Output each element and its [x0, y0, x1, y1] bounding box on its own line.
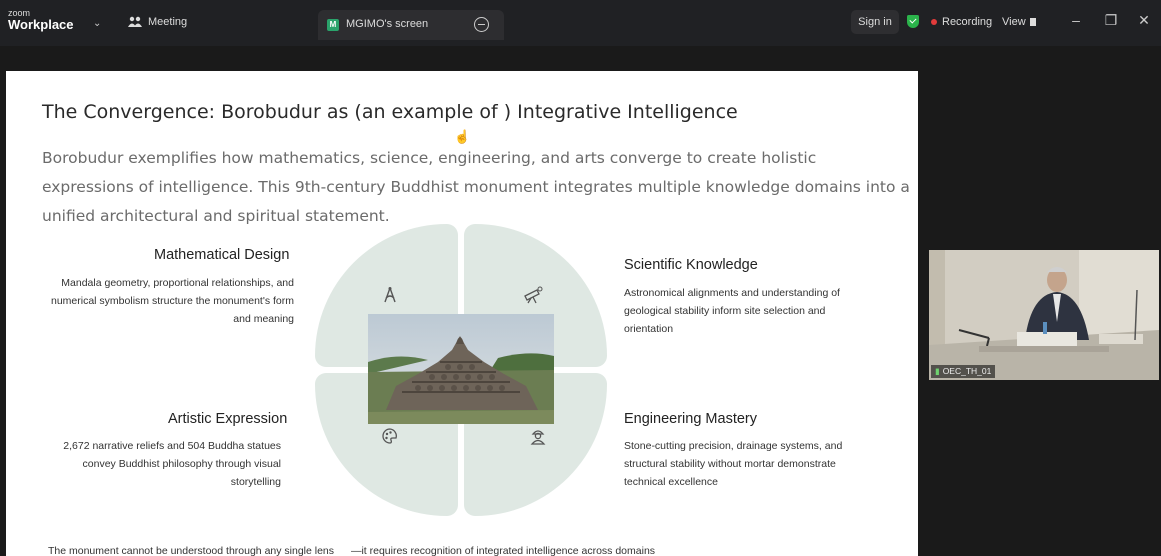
participant-name-tag: ▮ OEC_TH_01	[931, 365, 996, 378]
engineering-heading: Engineering Mastery	[624, 411, 757, 427]
footer-right: —it requires recognition of integrated i…	[350, 545, 656, 556]
recording-indicator[interactable]: Recording	[931, 16, 992, 28]
minimize-share-icon[interactable]	[474, 17, 489, 32]
telescope-icon	[523, 286, 543, 309]
share-tab-label: MGIMO's screen	[346, 18, 429, 30]
hand-cursor-icon: ☝	[454, 129, 471, 144]
shared-slide: The Convergence: Borobudur as (an exampl…	[6, 71, 918, 556]
science-body: Astronomical alignments and understandin…	[624, 287, 840, 335]
math-body: Mandala geometry, proportional relations…	[51, 277, 294, 325]
engineering-body: Stone-cutting precision, drainage system…	[624, 440, 843, 488]
art-body: 2,672 narrative reliefs and 504 Buddha s…	[63, 440, 281, 488]
engineer-icon	[529, 427, 547, 450]
recording-dot-icon	[931, 19, 937, 25]
view-button[interactable]: View	[1002, 16, 1036, 28]
meeting-button[interactable]: Meeting	[128, 16, 187, 28]
brand-name: Workplace	[8, 17, 74, 32]
footer-left: The monument cannot be understood throug…	[48, 545, 335, 556]
share-screen-tab[interactable]: M MGIMO's screen	[318, 10, 504, 40]
slide-footer: The monument cannot be understood throug…	[48, 545, 655, 556]
art-heading: Artistic Expression	[168, 411, 288, 427]
close-window-button[interactable]: ✕	[1134, 12, 1154, 29]
meeting-label: Meeting	[148, 16, 188, 28]
slide-title: The Convergence: Borobudur as (an exampl…	[42, 101, 738, 123]
shield-icon[interactable]	[907, 15, 919, 28]
compass-icon	[381, 286, 399, 309]
restore-window-button[interactable]: ❐	[1101, 12, 1121, 29]
participant-name: OEC_TH_01	[942, 366, 992, 376]
recording-label: Recording	[942, 16, 993, 28]
math-heading: Mathematical Design	[154, 247, 290, 263]
borobudur-photo	[368, 314, 554, 424]
title-bar: zoom Workplace ⌄ Meeting M MGIMO's scree…	[0, 0, 1161, 46]
share-badge: M	[327, 19, 339, 31]
people-icon	[128, 16, 142, 27]
palette-icon	[381, 427, 399, 450]
app-logo: zoom Workplace	[8, 8, 74, 32]
chevron-down-icon[interactable]: ⌄	[93, 18, 101, 29]
minimize-window-button[interactable]: –	[1066, 12, 1086, 28]
slide-intro: Borobudur exemplifies how mathematics, s…	[42, 149, 910, 225]
video-frame	[929, 250, 1159, 380]
view-label: View	[1002, 16, 1026, 28]
participant-video[interactable]: ▮ OEC_TH_01	[929, 250, 1159, 380]
sign-in-button[interactable]: Sign in	[851, 10, 899, 34]
signal-bars-icon: ▮	[935, 366, 940, 376]
science-heading: Scientific Knowledge	[624, 257, 758, 273]
view-icon	[1029, 18, 1036, 26]
